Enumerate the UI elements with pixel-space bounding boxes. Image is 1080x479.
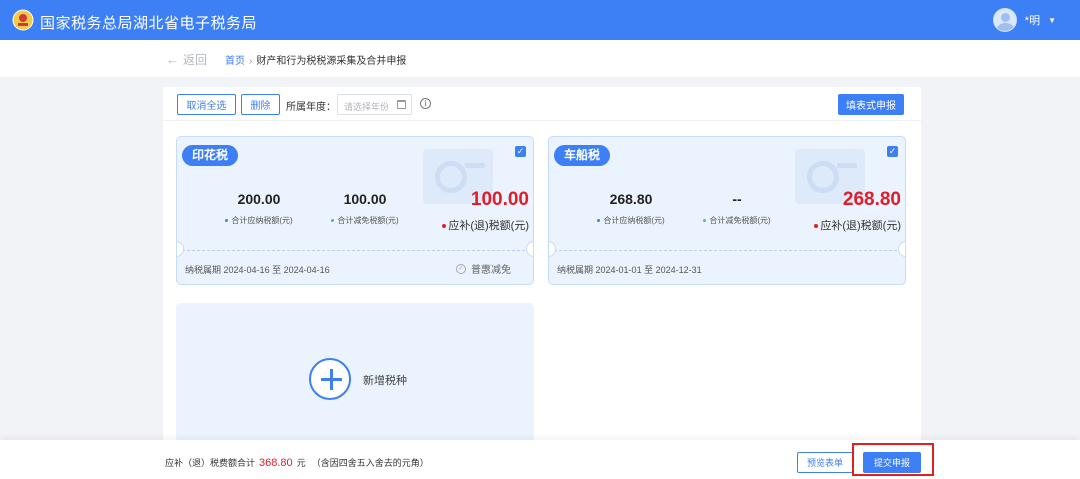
arrow-left-icon: ← [166, 52, 179, 67]
user-name[interactable]: *明 [1025, 12, 1040, 28]
card-notch [549, 241, 556, 257]
toolbar: 取消全选 删除 所属年度： 请选择年份 i 填表式申报 [163, 87, 921, 121]
refund-amount: 100.00 [470, 189, 529, 210]
card-checkbox[interactable]: ✓ [887, 146, 898, 157]
site-title: 国家税务总局湖北省电子税务局 [40, 15, 258, 32]
refund-label: 应补(退)税额(元) [419, 217, 529, 233]
tax-name-tag: 印花税 [182, 145, 239, 166]
submit-highlight-box: 提交申报 [852, 443, 934, 476]
payable-amount: 268.80 [609, 191, 653, 207]
year-label: 所属年度： [286, 102, 336, 113]
tax-card-vehicle-vessel[interactable]: 车船税 ✓ 268.80 合计应纳税额(元) -- 合计减免税额(元) 268.… [548, 136, 906, 285]
refund-label: 应补(退)税额(元) [791, 217, 901, 233]
total-summary: 应补（退）税费额合计 368.80 元 （含因四舍五入舍去的元角） [165, 456, 429, 469]
user-menu[interactable]: *明 ▼ [992, 8, 1056, 32]
total-label: 应补（退）税费额合计 [165, 458, 256, 468]
payable-amount: 200.00 [237, 191, 281, 207]
breadcrumb: 首页 › 财产和行为税税源采集及合并申报 [225, 52, 406, 67]
breadcrumb-current: 财产和行为税税源采集及合并申报 [256, 56, 407, 67]
breadcrumb-separator: › [249, 56, 253, 67]
add-tax-card[interactable]: 新增税种 [176, 303, 534, 442]
tax-emblem-icon [12, 9, 34, 31]
top-navigation-bar: 国家税务总局湖北省电子税务局 *明 ▼ [0, 0, 1080, 40]
tax-period: 纳税属期 2024-01-01 至 2024-12-31 [557, 265, 702, 275]
total-note: （含因四舍五入舍去的元角） [311, 458, 429, 468]
card-notch [177, 241, 184, 257]
info-icon[interactable]: i [420, 98, 431, 109]
check-circle-icon[interactable]: ✓ [456, 263, 466, 274]
card-divider [549, 250, 905, 251]
year-placeholder: 请选择年份 [344, 102, 390, 112]
back-link[interactable]: ← 返回 [166, 51, 207, 68]
footer-bar: 应补（退）税费额合计 368.80 元 （含因四舍五入舍去的元角） 预览表单 提交申报 [0, 440, 1080, 479]
relief-amount: 100.00 [343, 191, 387, 207]
chevron-down-icon[interactable]: ▼ [1048, 16, 1056, 25]
card-notch [526, 241, 533, 257]
breadcrumb-home[interactable]: 首页 [225, 56, 245, 67]
refund-amount: 268.80 [842, 189, 901, 210]
card-divider [177, 250, 533, 251]
payable-label: 合计应纳税额(元) [204, 215, 314, 226]
payable-label: 合计应纳税额(元) [576, 215, 686, 226]
card-checkbox[interactable]: ✓ [515, 146, 526, 157]
submit-report-button[interactable]: 提交申报 [863, 452, 921, 473]
tax-card-stamp-duty[interactable]: 印花税 ✓ 200.00 合计应纳税额(元) 100.00 合计减免税额(元) … [176, 136, 534, 285]
breadcrumb-bar: ← 返回 首页 › 财产和行为税税源采集及合并申报 [0, 40, 1080, 77]
calendar-icon [397, 100, 406, 109]
fill-form-report-button[interactable]: 填表式申报 [838, 94, 904, 115]
avatar[interactable] [992, 8, 1017, 32]
year-picker[interactable]: 请选择年份 [337, 94, 412, 115]
tax-name-tag: 车船税 [554, 145, 611, 166]
main-panel: 取消全选 删除 所属年度： 请选择年份 i 填表式申报 印花税 ✓ 200.00… [163, 87, 921, 442]
delete-button[interactable]: 删除 [241, 94, 280, 115]
cancel-select-all-button[interactable]: 取消全选 [177, 94, 236, 115]
total-unit: 元 [296, 458, 306, 468]
tax-period: 纳税属期 2024-04-16 至 2024-04-16 [185, 265, 330, 275]
relief-label: 合计减免税额(元) [310, 215, 420, 226]
card-notch [898, 241, 905, 257]
relief-option[interactable]: ✓ 普惠减免 [456, 261, 511, 276]
preview-form-button[interactable]: 预览表单 [797, 452, 853, 473]
add-tax-label[interactable]: 新增税种 [363, 372, 407, 388]
relief-amount: -- [732, 191, 742, 207]
total-amount: 368.80 [259, 457, 293, 469]
plus-icon[interactable] [309, 358, 351, 400]
relief-label: 合计减免税额(元) [682, 215, 792, 226]
